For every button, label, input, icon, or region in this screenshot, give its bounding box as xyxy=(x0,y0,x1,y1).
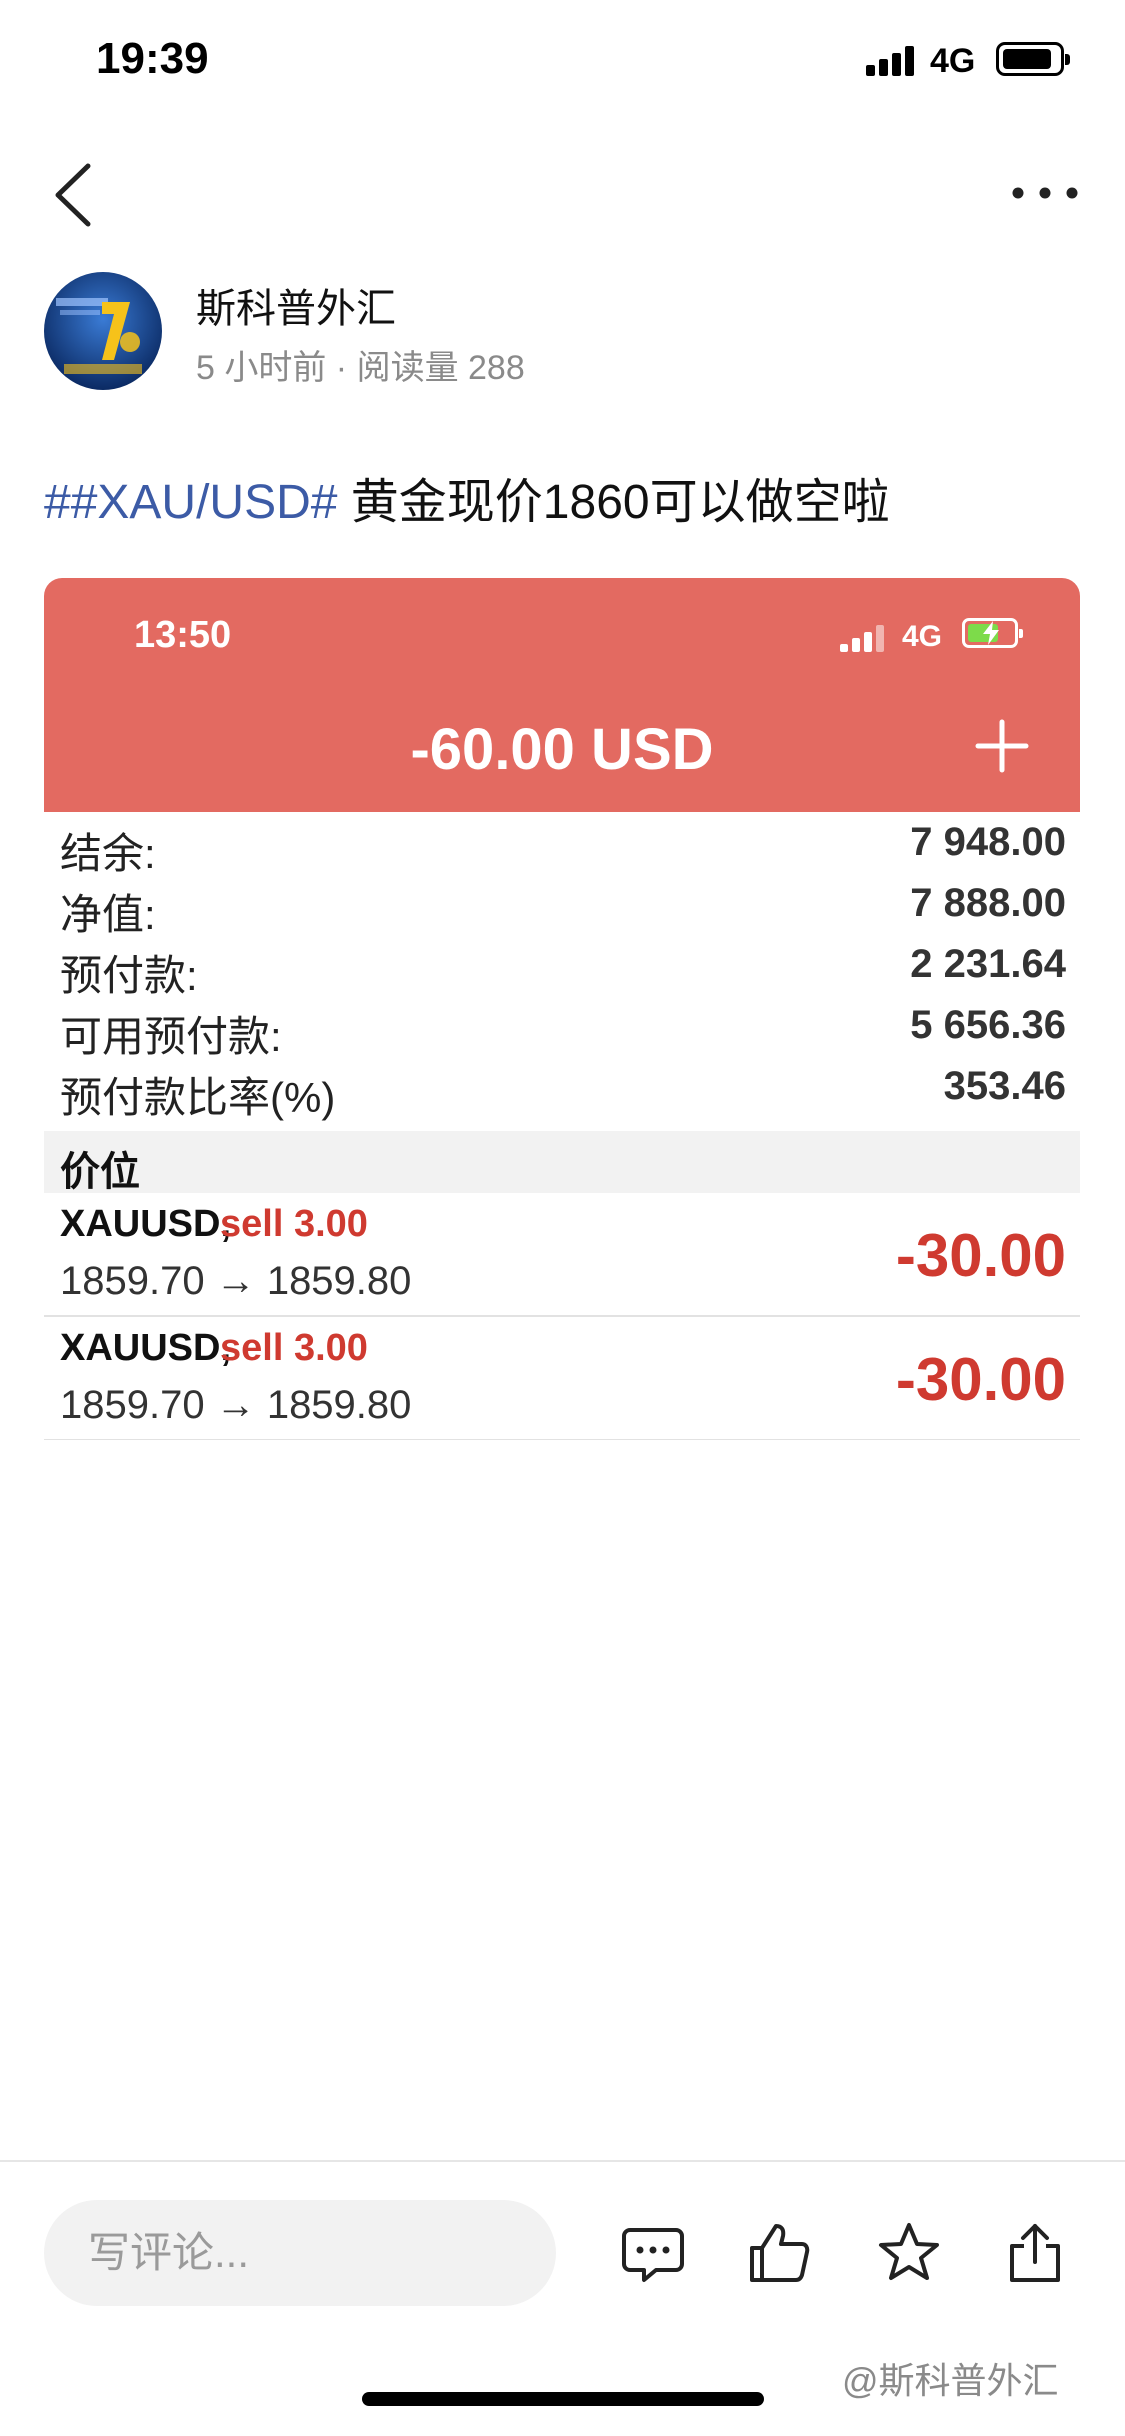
account-value: 353.46 xyxy=(943,1064,1066,1108)
post-body: 黄金现价1860可以做空啦 xyxy=(337,476,890,529)
position-prices: 1859.70 → 1859.80 xyxy=(60,1383,412,1427)
back-icon[interactable] xyxy=(48,160,108,230)
post-text: ##XAU/USD# 黄金现价1860可以做空啦 xyxy=(44,462,890,532)
comment-input[interactable] xyxy=(44,2200,556,2306)
home-indicator xyxy=(362,2392,764,2406)
account-label: 预付款比率(%) xyxy=(60,1074,336,1121)
account-label: 预付款: xyxy=(60,952,198,999)
like-icon[interactable] xyxy=(746,2220,812,2286)
star-icon[interactable] xyxy=(876,2220,942,2286)
account-row: 预付款: 2 231.64 xyxy=(44,934,1080,999)
hashtag-link[interactable]: ##XAU/USD# xyxy=(44,476,337,529)
account-value: 7 948.00 xyxy=(910,820,1066,864)
account-value: 5 656.36 xyxy=(910,1003,1066,1047)
image-battery-icon xyxy=(962,618,1023,648)
comment-icon[interactable] xyxy=(620,2220,686,2286)
author-name[interactable]: 斯科普外汇 xyxy=(196,276,396,334)
position-symbol: XAUUSD, xyxy=(60,1203,232,1245)
status-time: 19:39 xyxy=(96,34,209,83)
plus-icon xyxy=(975,719,1029,773)
watermark: @斯科普外汇 xyxy=(842,2360,1059,2401)
image-status-time: 13:50 xyxy=(134,614,232,656)
image-network-label: 4G xyxy=(902,620,943,653)
position-prices: 1859.70 → 1859.80 xyxy=(60,1259,412,1303)
positions-title: 价位 xyxy=(60,1150,140,1194)
post-image[interactable]: 13:50 4G -60.00 USD 结余: 7 948.00 净值: 7 8… xyxy=(44,578,1080,1440)
avatar[interactable] xyxy=(44,272,162,390)
position-row: XAUUSD, sell 3.00 1859.70 → 1859.80 -30.… xyxy=(44,1317,1080,1440)
bottom-divider xyxy=(0,2160,1125,2162)
account-value: 7 888.00 xyxy=(910,881,1066,925)
position-symbol: XAUUSD, xyxy=(60,1327,232,1369)
account-value: 2 231.64 xyxy=(910,942,1066,986)
account-label: 结余: xyxy=(60,830,156,877)
account-row: 可用预付款: 5 656.36 xyxy=(44,995,1080,1060)
signal-icon xyxy=(866,46,916,76)
more-icon[interactable] xyxy=(1010,178,1080,208)
account-row: 净值: 7 888.00 xyxy=(44,873,1080,938)
image-header: 13:50 4G -60.00 USD xyxy=(44,578,1080,812)
position-row: XAUUSD, sell 3.00 1859.70 → 1859.80 -30.… xyxy=(44,1193,1080,1317)
position-profit: -30.00 xyxy=(895,1346,1066,1413)
share-icon[interactable] xyxy=(1002,2220,1068,2286)
account-label: 可用预付款: xyxy=(60,1013,282,1060)
balance-change: -60.00 USD xyxy=(410,717,714,782)
account-label: 净值: xyxy=(60,891,156,938)
position-side: sell 3.00 xyxy=(220,1203,368,1245)
image-signal-icon xyxy=(840,624,886,652)
status-bar: 19:39 4G xyxy=(0,0,1125,120)
account-summary: 结余: 7 948.00 净值: 7 888.00 预付款: 2 231.64 … xyxy=(44,812,1080,1121)
post-meta: 5 小时前 · 阅读量 288 xyxy=(196,349,525,387)
account-row: 结余: 7 948.00 xyxy=(44,812,1080,877)
position-side: sell 3.00 xyxy=(220,1327,368,1369)
position-profit: -30.00 xyxy=(895,1222,1066,1289)
account-row: 预付款比率(%) 353.46 xyxy=(44,1056,1080,1121)
network-label: 4G xyxy=(930,42,976,80)
battery-icon xyxy=(996,42,1070,76)
positions-header: 价位 xyxy=(44,1131,1080,1194)
